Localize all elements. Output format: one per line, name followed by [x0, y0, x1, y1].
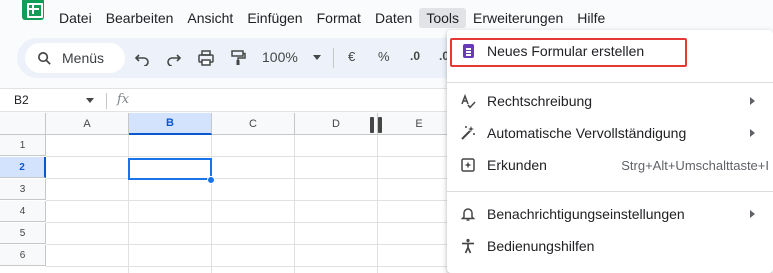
menu-item-autovervollstaendigung[interactable]: Automatische Vervollständigung [447, 119, 773, 147]
menu-item-erkunden[interactable]: Erkunden Strg+Alt+Umschalttaste+I [447, 151, 773, 179]
spreadsheet-app: Datei Bearbeiten Ansicht Einfügen Format… [0, 0, 773, 273]
menu-tools[interactable]: Tools [419, 8, 466, 28]
select-all-corner[interactable] [0, 113, 46, 135]
paint-format-icon[interactable] [228, 48, 248, 68]
fill-handle[interactable] [207, 176, 215, 184]
menu-separator [447, 191, 773, 192]
menu-item-label: Rechtschreibung [487, 93, 593, 109]
menu-bearbeiten[interactable]: Bearbeiten [99, 8, 181, 28]
menu-item-label: Benachrichtigungseinstellungen [487, 206, 685, 222]
decrease-decimal-button[interactable]: .0 [410, 49, 420, 63]
selected-cell-b2[interactable] [128, 158, 212, 180]
print-icon[interactable] [196, 48, 216, 68]
menu-datei[interactable]: Datei [52, 8, 99, 28]
magic-wand-icon [459, 124, 477, 142]
menu-item-benachrichtigungen[interactable]: Benachrichtigungseinstellungen [447, 200, 773, 228]
menu-bar: Datei Bearbeiten Ansicht Einfügen Format… [52, 7, 612, 29]
menu-daten[interactable]: Daten [368, 8, 419, 28]
menu-hilfe[interactable]: Hilfe [570, 8, 612, 28]
menu-separator [447, 82, 773, 83]
accessibility-icon [459, 237, 477, 255]
menu-item-rechtschreibung[interactable]: Rechtschreibung [447, 87, 773, 115]
toolbar-separator [333, 48, 334, 68]
row-header-1[interactable]: 1 [0, 135, 46, 156]
undo-icon[interactable] [132, 48, 152, 68]
menu-item-label: Erkunden [487, 157, 547, 173]
menu-erweiterungen[interactable]: Erweiterungen [466, 8, 570, 28]
column-header-d[interactable]: D [295, 113, 378, 135]
redo-icon[interactable] [164, 48, 184, 68]
currency-format-button[interactable]: € [348, 49, 355, 64]
menu-item-bedienungshilfen[interactable]: Bedienungshilfen [447, 232, 773, 260]
menu-format[interactable]: Format [310, 8, 368, 28]
menu-search[interactable]: Menüs [25, 43, 125, 73]
row-header-5[interactable]: 5 [0, 223, 46, 244]
search-icon [38, 51, 51, 65]
submenu-arrow-icon [750, 210, 755, 218]
formula-separator [106, 93, 107, 109]
row-header-4[interactable]: 4 [0, 201, 46, 222]
sheets-logo-icon[interactable] [22, 0, 44, 20]
submenu-arrow-icon [750, 97, 755, 105]
column-header-b[interactable]: B [129, 113, 212, 135]
name-box[interactable]: B2 [14, 93, 29, 107]
spellcheck-icon [459, 92, 477, 110]
search-label: Menüs [62, 50, 105, 66]
highlight-annotation [450, 38, 687, 67]
grid-line [211, 135, 212, 273]
row-header-2[interactable]: 2 [0, 157, 46, 178]
keyboard-shortcut: Strg+Alt+Umschalttaste+I [621, 157, 769, 173]
row-header-3[interactable]: 3 [0, 179, 46, 200]
zoom-select[interactable]: 100% [262, 49, 298, 65]
fx-icon: fx [117, 92, 130, 107]
submenu-arrow-icon [750, 129, 755, 137]
column-header-c[interactable]: C [212, 113, 295, 135]
freeze-handle-left[interactable] [370, 117, 374, 133]
grid-line [128, 135, 129, 273]
percent-format-button[interactable]: % [378, 49, 390, 64]
column-header-a[interactable]: A [46, 113, 129, 135]
menu-item-label: Bedienungshilfen [487, 238, 595, 254]
menu-ansicht[interactable]: Ansicht [180, 8, 240, 28]
row-header-6[interactable]: 6 [0, 245, 46, 266]
grid-line [294, 135, 295, 273]
explore-icon [459, 156, 477, 174]
menu-einfuegen[interactable]: Einfügen [240, 8, 309, 28]
name-box-caret-icon[interactable] [86, 98, 94, 103]
grid-line [377, 135, 378, 273]
bell-icon [459, 205, 477, 223]
freeze-handle-right[interactable] [378, 117, 382, 133]
zoom-caret-icon[interactable] [313, 55, 321, 60]
menu-item-label: Automatische Vervollständigung [487, 125, 687, 141]
